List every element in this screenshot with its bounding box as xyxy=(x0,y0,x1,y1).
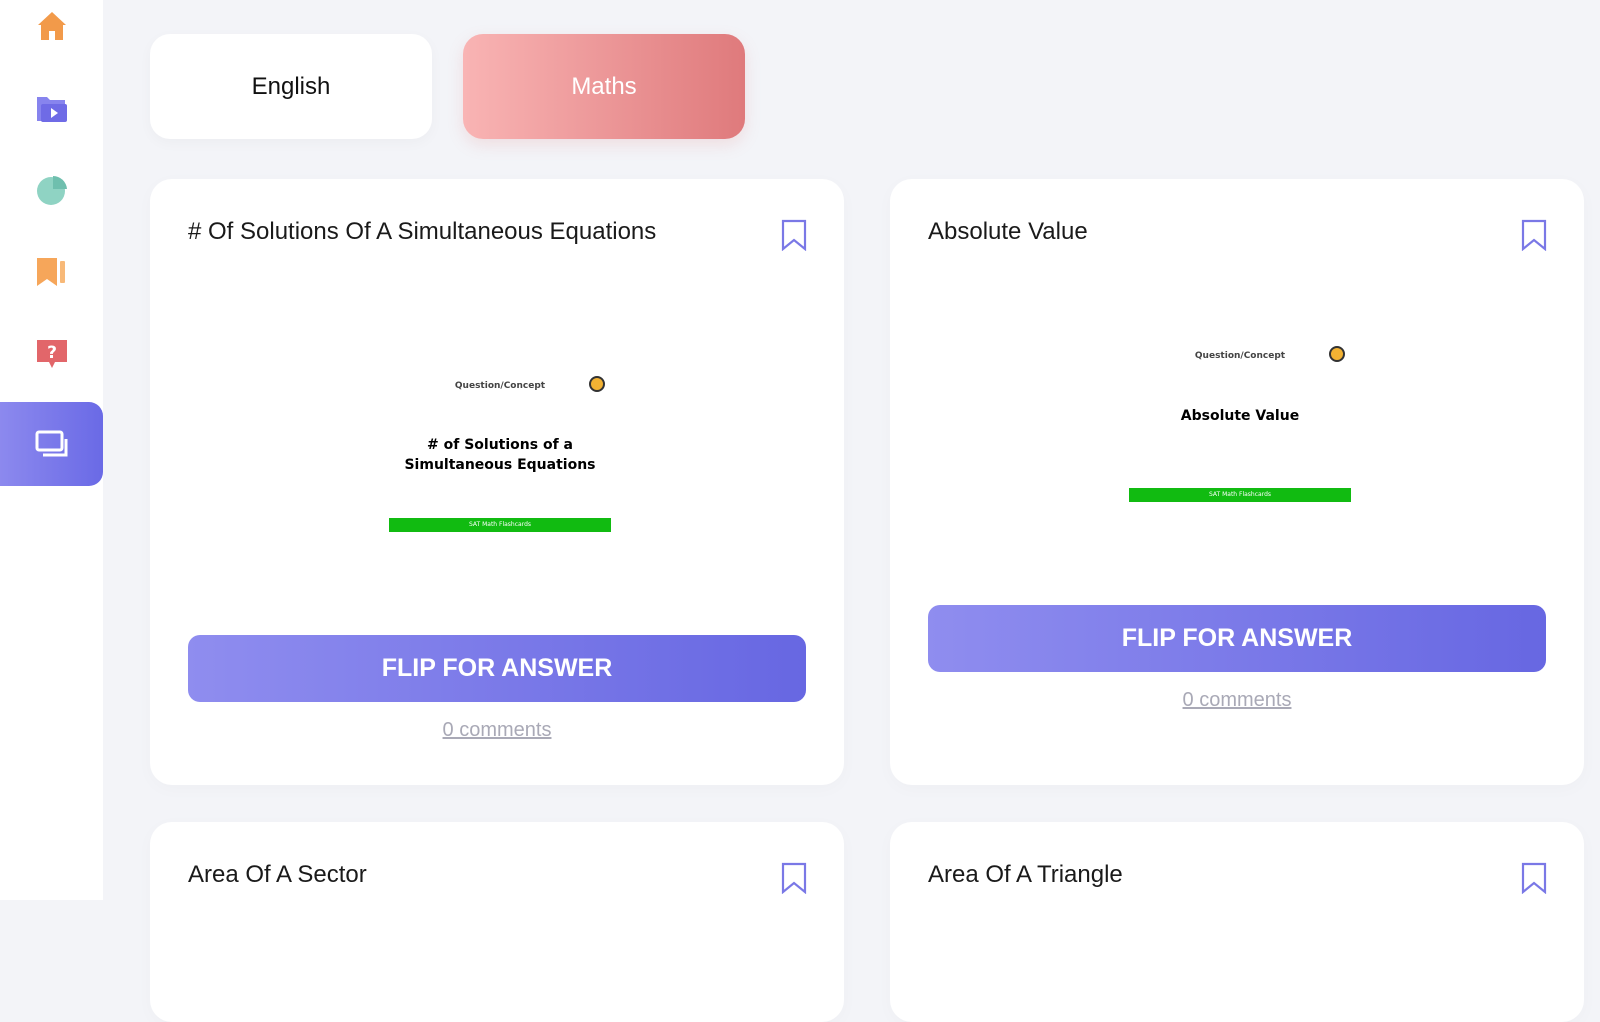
flashcard: Area Of A Triangle xyxy=(890,822,1584,1022)
nav-flashcards[interactable] xyxy=(0,402,103,486)
flashcards-icon xyxy=(35,430,67,457)
preview-avatar-icon xyxy=(1329,346,1345,362)
comments-link[interactable]: 0 comments xyxy=(890,689,1584,712)
bookmark-icon[interactable] xyxy=(780,219,808,251)
nav-videos[interactable] xyxy=(0,66,103,150)
card-preview-image: Question/Concept Absolute Value SAT Math… xyxy=(1125,346,1355,541)
home-icon xyxy=(37,12,66,40)
nav-stats[interactable] xyxy=(0,148,103,232)
question-icon: ? xyxy=(36,340,67,368)
preview-footer-bar: SAT Math Flashcards xyxy=(389,518,611,532)
svg-text:?: ? xyxy=(47,343,57,363)
card-title: Area Of A Sector xyxy=(188,861,367,888)
bookmark-icon[interactable] xyxy=(1520,219,1548,251)
nav-questions[interactable]: ? xyxy=(0,312,103,396)
flashcard: Absolute Value Question/Concept Absolute… xyxy=(890,179,1584,785)
bookmark-book-icon xyxy=(36,258,65,286)
tab-english[interactable]: English xyxy=(150,34,432,139)
bookmark-icon[interactable] xyxy=(780,862,808,894)
comments-link[interactable]: 0 comments xyxy=(150,719,844,742)
preview-title: # of Solutions of a Simultaneous Equatio… xyxy=(404,437,596,473)
flashcard: # Of Solutions Of A Simultaneous Equatio… xyxy=(150,179,844,785)
bookmark-icon[interactable] xyxy=(1520,862,1548,894)
card-title: # Of Solutions Of A Simultaneous Equatio… xyxy=(188,218,657,245)
preview-title: Absolute Value xyxy=(1180,408,1300,424)
pie-chart-icon xyxy=(36,175,67,205)
video-folder-icon xyxy=(36,97,67,122)
tab-maths[interactable]: Maths xyxy=(463,34,745,139)
flip-for-answer-button[interactable]: FLIP FOR ANSWER xyxy=(928,605,1546,672)
flashcard: Area Of A Sector xyxy=(150,822,844,1022)
flip-for-answer-button[interactable]: FLIP FOR ANSWER xyxy=(188,635,806,702)
nav-bookmarks[interactable] xyxy=(0,230,103,314)
preview-label: Question/Concept xyxy=(454,381,546,391)
card-title: Absolute Value xyxy=(928,218,1088,245)
card-title: Area Of A Triangle xyxy=(928,861,1123,888)
preview-footer-bar: SAT Math Flashcards xyxy=(1129,488,1351,502)
preview-label: Question/Concept xyxy=(1194,351,1286,361)
preview-avatar-icon xyxy=(589,376,605,392)
card-preview-image: Question/Concept # of Solutions of a Sim… xyxy=(385,376,615,571)
nav-home[interactable] xyxy=(0,0,103,68)
sidebar: ? xyxy=(0,0,103,900)
